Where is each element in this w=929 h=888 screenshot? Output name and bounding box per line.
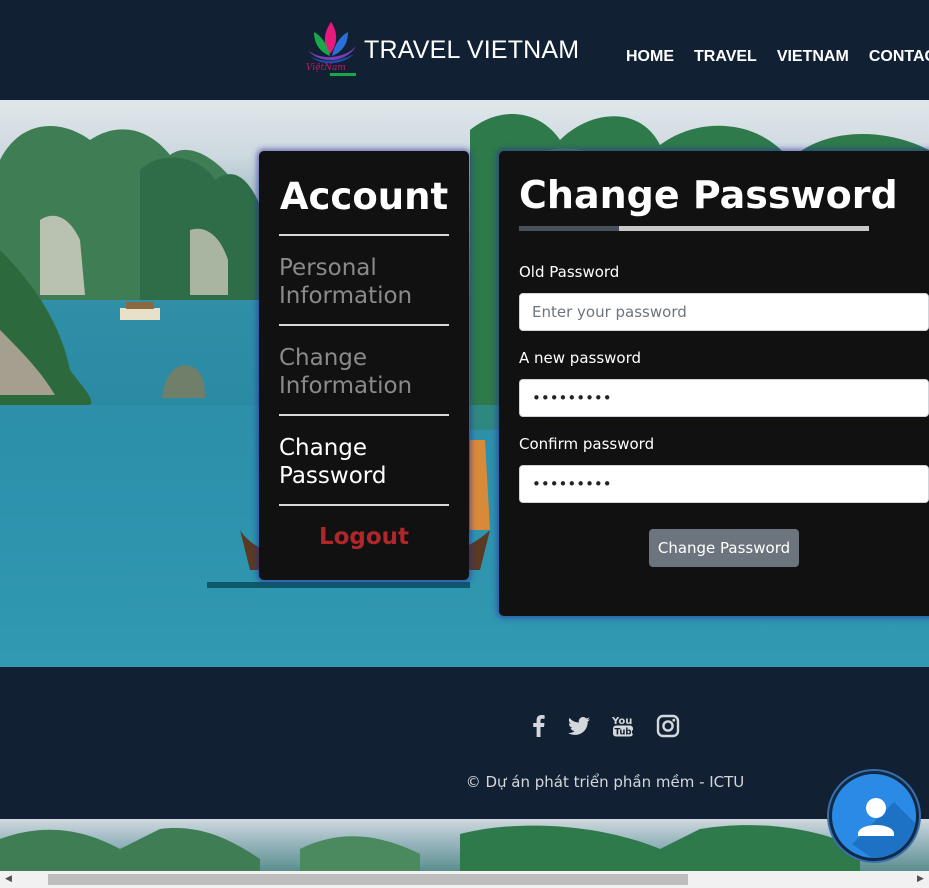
- new-password-label: A new password: [519, 349, 642, 367]
- divider: [279, 324, 449, 326]
- new-password-input[interactable]: [519, 379, 929, 417]
- scrollbar-thumb[interactable]: [48, 874, 688, 885]
- nav-home[interactable]: HOME: [626, 48, 674, 66]
- confirm-password-input[interactable]: [519, 465, 929, 503]
- sidebar-item-change-information[interactable]: Change Information: [279, 344, 454, 400]
- main-nav: HOME TRAVEL VIETNAM CONTACT: [626, 48, 929, 66]
- scroll-left-arrow-icon[interactable]: ◀: [0, 871, 17, 888]
- site-header: ViệtNam TRAVEL VIETNAM HOME TRAVEL VIETN…: [0, 0, 929, 100]
- divider: [279, 234, 449, 236]
- logout-link[interactable]: Logout: [259, 524, 469, 550]
- svg-text:You: You: [611, 716, 632, 727]
- youtube-icon[interactable]: You Tube: [611, 713, 638, 739]
- svg-text:ViệtNam: ViệtNam: [306, 62, 346, 73]
- page-title: Change Password: [519, 173, 898, 217]
- sidebar-item-personal-information[interactable]: Personal Information: [279, 254, 454, 310]
- sidebar-item-change-password[interactable]: Change Password: [279, 434, 454, 490]
- title-underline: [619, 226, 869, 231]
- nav-vietnam[interactable]: VIETNAM: [777, 48, 849, 66]
- svg-text:Tube: Tube: [615, 728, 638, 738]
- site-footer: You Tube © Dự án phát triển phần mềm - I…: [0, 667, 929, 819]
- user-icon: [852, 798, 916, 858]
- facebook-icon[interactable]: [526, 713, 552, 739]
- bottom-background-image: [0, 819, 929, 871]
- copyright-text: © Dự án phát triển phần mềm - ICTU: [465, 773, 745, 791]
- twitter-icon[interactable]: [566, 713, 592, 739]
- divider: [279, 414, 449, 416]
- profile-chat-button[interactable]: [829, 771, 919, 861]
- confirm-password-label: Confirm password: [519, 435, 655, 453]
- title-underline-accent: [519, 226, 619, 231]
- account-title: Account: [279, 175, 449, 218]
- nav-travel[interactable]: TRAVEL: [694, 48, 757, 66]
- account-sidebar: Account Personal Information Change Info…: [259, 151, 469, 580]
- vietnam-lotus-logo-icon[interactable]: ViệtNam: [300, 16, 362, 80]
- old-password-input[interactable]: [519, 293, 929, 331]
- nav-contact[interactable]: CONTACT: [869, 48, 929, 66]
- instagram-icon[interactable]: [655, 713, 681, 739]
- brand-title[interactable]: TRAVEL VIETNAM: [364, 36, 579, 65]
- old-password-label: Old Password: [519, 263, 620, 281]
- horizontal-scrollbar[interactable]: ◀ ▶: [0, 871, 929, 888]
- divider: [279, 504, 449, 506]
- scroll-right-arrow-icon[interactable]: ▶: [912, 871, 929, 888]
- change-password-button[interactable]: Change Password: [649, 529, 799, 567]
- change-password-panel: Change Password Old Password A new passw…: [499, 151, 929, 616]
